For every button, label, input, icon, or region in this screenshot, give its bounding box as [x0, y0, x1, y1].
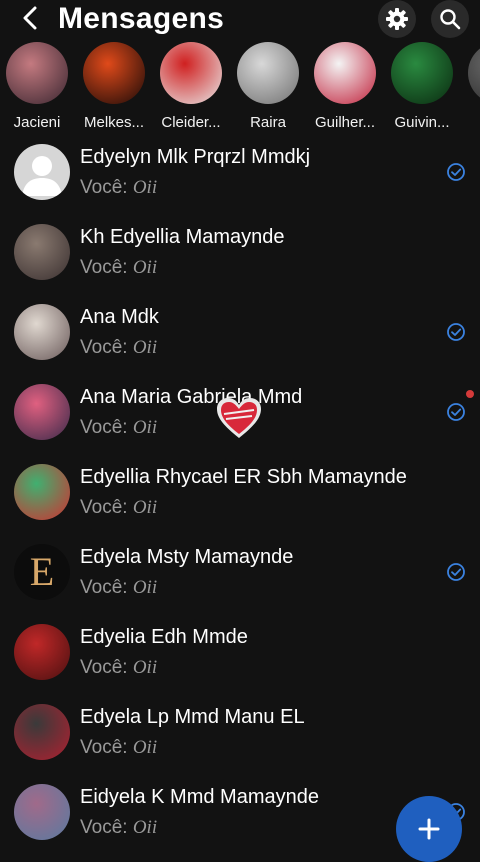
- avatar: [14, 304, 70, 360]
- story-item[interactable]: E: [460, 40, 480, 130]
- avatar: [14, 224, 70, 280]
- check-circle-icon: [447, 563, 465, 581]
- sender-prefix: Você:: [80, 337, 128, 358]
- story-name: Guilher...: [314, 114, 376, 130]
- message-preview: Você: Oii: [80, 657, 157, 679]
- conversation-row[interactable]: Edyela Lp Mmd Manu EL Você: Oii: [0, 696, 480, 776]
- avatar: [14, 384, 70, 440]
- search-icon: [440, 9, 461, 30]
- last-message: Oii: [132, 177, 158, 198]
- story-name: Raira: [250, 114, 286, 130]
- plus-icon: [418, 818, 440, 840]
- chevron-left-icon: [23, 6, 37, 30]
- message-preview: Você: Oii: [80, 177, 157, 199]
- contact-name: Eidyela K Mmd Mamaynde: [80, 786, 319, 808]
- conversation-row[interactable]: Edyelyn Mlk Prqrzl Mmdkj Você: Oii: [0, 136, 480, 216]
- conversation-row[interactable]: Edyelia Edh Mmde Você: Oii: [0, 616, 480, 696]
- sender-prefix: Você:: [80, 177, 128, 198]
- sender-prefix: Você:: [80, 737, 128, 758]
- sender-prefix: Você:: [80, 417, 128, 438]
- page-title: Mensagens: [58, 2, 225, 35]
- sender-prefix: Você:: [80, 257, 128, 278]
- message-preview: Você: Oii: [80, 257, 157, 279]
- message-preview: Você: Oii: [80, 497, 157, 519]
- gear-icon: [386, 8, 408, 30]
- avatar: [14, 464, 70, 520]
- contact-name: Ana Maria Gabriela Mmd: [80, 386, 303, 408]
- avatar: [160, 42, 222, 104]
- contact-name: Edyela Lp Mmd Manu EL: [80, 706, 305, 728]
- default-avatar-icon: [22, 156, 62, 196]
- story-name: E: [460, 114, 480, 130]
- last-message: Oii: [132, 337, 158, 358]
- sender-prefix: Você:: [80, 497, 128, 518]
- last-message: Oii: [132, 417, 158, 438]
- sender-prefix: Você:: [80, 817, 128, 838]
- avatar: [391, 42, 453, 104]
- avatar: [237, 42, 299, 104]
- contact-name: Edyellia Rhycael ER Sbh Mamaynde: [80, 466, 407, 488]
- contact-name: Kh Edyellia Mamaynde: [80, 226, 285, 248]
- story-name: Guivin...: [394, 114, 450, 130]
- story-name: Melkes...: [83, 114, 144, 130]
- message-preview: Você: Oii: [80, 417, 157, 439]
- avatar: [314, 42, 376, 104]
- conversation-row[interactable]: Ana Mdk Você: Oii: [0, 296, 480, 376]
- sender-prefix: Você:: [80, 577, 128, 598]
- app-header: Mensagens: [0, 0, 480, 40]
- message-preview: Você: Oii: [80, 337, 157, 359]
- avatar: [14, 624, 70, 680]
- message-preview: Você: Oii: [80, 817, 157, 839]
- last-message: Oii: [132, 657, 158, 678]
- message-preview: Você: Oii: [80, 577, 157, 599]
- avatar: [14, 144, 70, 200]
- avatar: [6, 42, 68, 104]
- edge-indicator: [466, 390, 474, 398]
- story-item[interactable]: Guilher...: [306, 40, 384, 130]
- contact-name: Ana Mdk: [80, 306, 159, 328]
- new-message-button[interactable]: [396, 796, 462, 862]
- conversation-row[interactable]: Kh Edyellia Mamaynde Você: Oii: [0, 216, 480, 296]
- last-message: Oii: [132, 737, 158, 758]
- back-button[interactable]: [16, 2, 44, 34]
- settings-button[interactable]: [378, 0, 416, 38]
- sender-prefix: Você:: [80, 657, 128, 678]
- conversation-row[interactable]: E Edyela Msty Mamaynde Você: Oii: [0, 536, 480, 616]
- story-item[interactable]: Guivin...: [383, 40, 461, 130]
- avatar: [14, 704, 70, 760]
- check-circle-icon: [447, 323, 465, 341]
- story-item[interactable]: Cleider...: [152, 40, 230, 130]
- story-item[interactable]: Raira: [229, 40, 307, 130]
- avatar: [468, 42, 480, 104]
- story-item[interactable]: Jacieni: [0, 40, 76, 130]
- avatar: E: [14, 544, 70, 600]
- contact-name: Edyelyn Mlk Prqrzl Mmdkj: [80, 146, 311, 168]
- last-message: Oii: [132, 577, 158, 598]
- search-button[interactable]: [431, 0, 469, 38]
- check-circle-icon: [447, 163, 465, 181]
- last-message: Oii: [132, 497, 158, 518]
- message-preview: Você: Oii: [80, 737, 157, 759]
- story-item[interactable]: Melkes...: [75, 40, 153, 130]
- stories-row: Jacieni Melkes... Cleider... Raira Guilher..…: [0, 40, 480, 130]
- check-circle-icon: [447, 403, 465, 421]
- avatar: [83, 42, 145, 104]
- contact-name: Edyela Msty Mamaynde: [80, 546, 294, 568]
- avatar-letter: E: [14, 544, 70, 600]
- story-name: Jacieni: [13, 114, 61, 130]
- conversation-row[interactable]: Edyellia Rhycael ER Sbh Mamaynde Você: Oi…: [0, 456, 480, 536]
- last-message: Oii: [132, 817, 158, 838]
- heart-sticker-icon: [217, 398, 261, 438]
- avatar: [14, 784, 70, 840]
- last-message: Oii: [132, 257, 158, 278]
- story-name: Cleider...: [161, 114, 221, 130]
- contact-name: Edyelia Edh Mmde: [80, 626, 248, 648]
